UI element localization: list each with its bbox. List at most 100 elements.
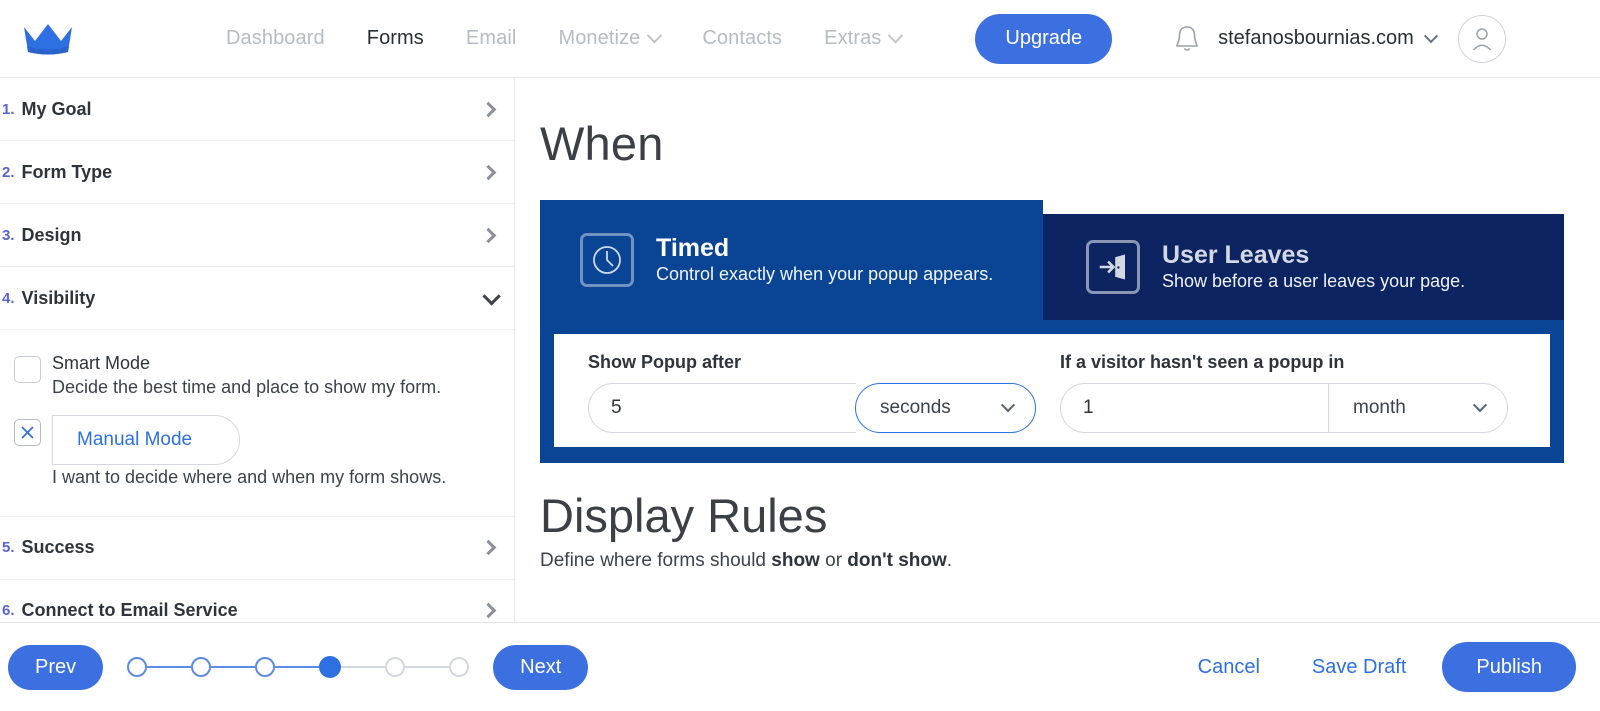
section-title-display-rules: Display Rules bbox=[540, 489, 828, 542]
tab-title: Timed bbox=[656, 233, 730, 262]
step-number: 4. bbox=[2, 289, 15, 307]
frequency-field-group: If a visitor hasn't seen a popup in mont… bbox=[1060, 352, 1508, 433]
chevron-down-icon bbox=[1000, 398, 1016, 413]
sidebar-item-form-type[interactable]: 2. Form Type bbox=[0, 141, 514, 204]
sidebar-item-success[interactable]: 5. Success bbox=[0, 517, 514, 580]
page-title-when: When bbox=[540, 117, 664, 170]
upgrade-button[interactable]: Upgrade bbox=[975, 13, 1113, 64]
step-label: Success bbox=[21, 537, 95, 558]
step-dot-1[interactable] bbox=[127, 657, 148, 677]
step-connector bbox=[405, 666, 450, 668]
mode-title: Manual Mode bbox=[52, 415, 240, 466]
notification-bell-icon[interactable] bbox=[1174, 24, 1200, 54]
step-dot-3[interactable] bbox=[255, 657, 276, 677]
next-button[interactable]: Next bbox=[493, 644, 589, 690]
step-number: 3. bbox=[2, 226, 15, 244]
exit-door-icon bbox=[1086, 240, 1140, 294]
nav-label: Forms bbox=[366, 27, 424, 49]
step-dot-6[interactable] bbox=[449, 657, 470, 677]
nav-item-extras[interactable]: Extras bbox=[824, 27, 904, 50]
step-dot-2[interactable] bbox=[191, 657, 212, 677]
tab-user-leaves[interactable]: User Leaves Show before a user leaves yo… bbox=[1043, 214, 1564, 320]
step-dot-5[interactable] bbox=[385, 657, 406, 677]
chevron-down-icon bbox=[888, 27, 904, 44]
sidebar-item-visibility[interactable]: 4. Visibility bbox=[0, 267, 514, 330]
clock-icon bbox=[580, 233, 634, 287]
wizard-sidebar: 1. My Goal 2. Form Type 3. Design 4. Vis… bbox=[0, 78, 515, 643]
nav-item-forms[interactable]: Forms bbox=[367, 27, 424, 50]
nav-label: Dashboard bbox=[226, 27, 325, 49]
nav-label: Extras bbox=[824, 27, 882, 49]
footer-actions: Cancel Save Draft Publish bbox=[1172, 642, 1600, 692]
publish-button[interactable]: Publish bbox=[1442, 642, 1576, 692]
tab-subtitle: Control exactly when your popup appears. bbox=[656, 264, 994, 285]
delay-combo: seconds bbox=[588, 383, 1036, 433]
timed-settings-panel: Show Popup after seconds If a visitor ha… bbox=[540, 320, 1564, 463]
frequency-unit-select[interactable]: month bbox=[1328, 383, 1508, 433]
smart-mode-checkbox[interactable] bbox=[14, 356, 41, 383]
main-nav: Dashboard Forms Email Monetize Contacts … bbox=[226, 27, 904, 50]
save-draft-button[interactable]: Save Draft bbox=[1286, 656, 1432, 679]
delay-value-input[interactable] bbox=[588, 383, 856, 433]
display-rules-text-2: or bbox=[819, 550, 848, 571]
step-label: Design bbox=[21, 224, 82, 245]
sidebar-item-my-goal[interactable]: 1. My Goal bbox=[0, 78, 514, 141]
step-label: Form Type bbox=[21, 161, 113, 182]
check-x-icon bbox=[21, 426, 34, 439]
step-label: Visibility bbox=[21, 287, 96, 308]
mode-title: Smart Mode bbox=[52, 353, 151, 373]
nav-item-dashboard[interactable]: Dashboard bbox=[226, 27, 325, 50]
step-number: 5. bbox=[2, 539, 15, 557]
mode-option-manual[interactable]: Manual Mode I want to decide where and w… bbox=[0, 415, 514, 489]
step-dot-4[interactable] bbox=[319, 656, 342, 678]
delay-field-group: Show Popup after seconds bbox=[588, 352, 1036, 433]
mode-description: I want to decide where and when my form … bbox=[52, 467, 447, 488]
account-menu[interactable]: stefanosbournias.com bbox=[1218, 27, 1438, 50]
chevron-right-icon bbox=[480, 101, 497, 117]
display-rules-description: Define where forms should show or don't … bbox=[540, 550, 952, 572]
step-number: 6. bbox=[2, 602, 15, 620]
nav-label: Contacts bbox=[702, 27, 783, 49]
step-number: 1. bbox=[2, 100, 15, 118]
manual-mode-checkbox[interactable] bbox=[14, 419, 41, 447]
nav-item-email[interactable]: Email bbox=[466, 27, 517, 50]
display-rules-bold-show: show bbox=[771, 550, 820, 571]
prev-button[interactable]: Prev bbox=[8, 644, 104, 690]
display-rules-bold-dont-show: don't show bbox=[847, 550, 947, 571]
chevron-down-icon bbox=[1423, 28, 1438, 43]
frequency-unit-value: month bbox=[1353, 397, 1406, 418]
wizard-footer: Prev Next Cancel Save Draft Publish bbox=[0, 622, 1600, 711]
step-connector bbox=[341, 666, 386, 668]
nav-label: Email bbox=[465, 27, 517, 49]
nav-item-monetize[interactable]: Monetize bbox=[558, 27, 663, 50]
main-content: When Timed Control exactly when your pop… bbox=[516, 78, 1600, 622]
chevron-down-icon bbox=[647, 27, 663, 44]
delay-label: Show Popup after bbox=[588, 352, 741, 372]
sidebar-item-design[interactable]: 3. Design bbox=[0, 204, 514, 267]
frequency-label: If a visitor hasn't seen a popup in bbox=[1060, 352, 1345, 372]
step-connector bbox=[147, 666, 192, 668]
mode-description: Decide the best time and place to show m… bbox=[52, 377, 442, 398]
app-root: Dashboard Forms Email Monetize Contacts … bbox=[0, 0, 1600, 711]
frequency-value-input[interactable] bbox=[1060, 383, 1328, 433]
step-label: My Goal bbox=[21, 98, 92, 119]
chevron-right-icon bbox=[480, 539, 497, 556]
chevron-down-icon bbox=[1472, 398, 1488, 413]
step-connector bbox=[275, 666, 320, 668]
nav-label: Monetize bbox=[558, 27, 641, 49]
display-rules-text-3: . bbox=[946, 550, 953, 571]
frequency-combo: month bbox=[1060, 383, 1508, 433]
top-navigation-bar: Dashboard Forms Email Monetize Contacts … bbox=[0, 0, 1600, 78]
cancel-button[interactable]: Cancel bbox=[1172, 656, 1286, 679]
mode-option-smart[interactable]: Smart Mode Decide the best time and plac… bbox=[0, 352, 514, 399]
crown-logo-icon[interactable] bbox=[22, 19, 74, 59]
tab-timed[interactable]: Timed Control exactly when your popup ap… bbox=[540, 200, 1043, 320]
account-name: stefanosbournias.com bbox=[1218, 27, 1414, 49]
chevron-right-icon bbox=[480, 227, 497, 243]
delay-unit-select[interactable]: seconds bbox=[855, 383, 1036, 433]
user-avatar-icon[interactable] bbox=[1457, 14, 1506, 63]
tab-subtitle: Show before a user leaves your page. bbox=[1162, 271, 1466, 292]
nav-item-contacts[interactable]: Contacts bbox=[702, 27, 782, 50]
step-connector bbox=[211, 666, 256, 668]
chevron-down-icon bbox=[482, 286, 501, 306]
